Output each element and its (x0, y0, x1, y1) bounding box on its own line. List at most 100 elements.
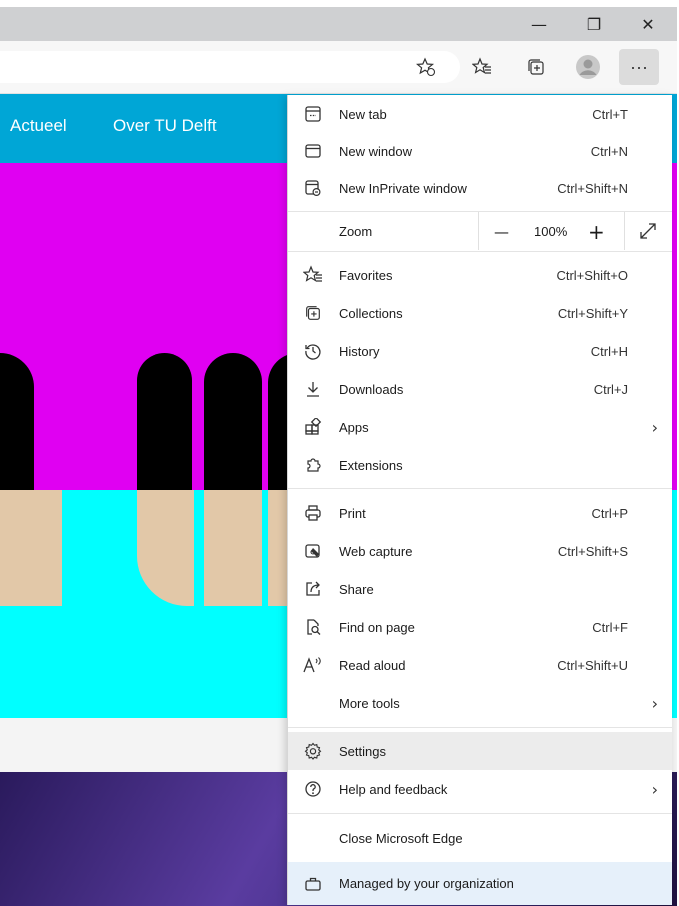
menu-item-more-tools[interactable]: More tools › (288, 684, 672, 722)
inprivate-icon (302, 177, 324, 199)
more-button[interactable]: ··· (619, 49, 659, 85)
menu-item-label: History (339, 343, 380, 359)
favorites-icon[interactable] (468, 53, 496, 81)
menu-item-extensions[interactable]: Extensions (288, 446, 672, 484)
zoom-divider (624, 212, 625, 250)
close-button[interactable]: ✕ (625, 7, 671, 41)
menu-item-label: Favorites (339, 267, 393, 283)
menu-item-label: Downloads (339, 381, 404, 397)
menu-item-shortcut: Ctrl+J (593, 381, 628, 397)
nav-link-actueel[interactable]: Actueel (10, 116, 67, 136)
menu-item-label: Managed by your organization (339, 876, 514, 891)
fullscreen-icon[interactable] (638, 221, 658, 241)
menu-item-shortcut: Ctrl+Shift+O (556, 267, 628, 283)
menu-item-shortcut: Ctrl+N (590, 143, 628, 159)
minimize-icon: — (531, 14, 547, 34)
menu-item-collections[interactable]: Collections Ctrl+Shift+Y (288, 294, 672, 332)
nav-link-over-tu-delft[interactable]: Over TU Delft (113, 116, 217, 136)
chevron-right-icon: › (651, 417, 658, 437)
apps-icon (302, 416, 324, 438)
favorites-icon (302, 264, 324, 286)
menu-item-label: Close Microsoft Edge (339, 830, 463, 846)
menu-item-web-capture[interactable]: Web capture Ctrl+Shift+S (288, 532, 672, 570)
menu-item-zoom: Zoom — 100% + (288, 212, 672, 251)
menu-separator (288, 727, 672, 728)
menu-separator (288, 251, 672, 252)
collections-icon[interactable] (522, 53, 550, 81)
hero-shape (204, 490, 262, 606)
title-bar: — ❐ ✕ (0, 7, 677, 41)
chevron-right-icon: › (651, 779, 658, 799)
profile-avatar[interactable] (574, 53, 602, 81)
hero-shape (137, 353, 192, 490)
minimize-button[interactable]: — (516, 7, 562, 41)
menu-item-new-tab[interactable]: New tab Ctrl+T (288, 95, 672, 133)
menu-item-find-on-page[interactable]: Find on page Ctrl+F (288, 608, 672, 646)
menu-item-shortcut: Ctrl+Shift+N (557, 180, 628, 196)
menu-item-shortcut: Ctrl+Shift+Y (557, 305, 628, 321)
settings-and-more-menu: New tab Ctrl+T New window Ctrl+N New InP… (287, 95, 672, 905)
menu-item-favorites[interactable]: Favorites Ctrl+Shift+O (288, 256, 672, 294)
menu-separator (288, 813, 672, 814)
hero-shape (204, 353, 262, 490)
new-tab-icon (302, 103, 324, 125)
web-capture-icon (302, 540, 324, 562)
menu-item-shortcut: Ctrl+H (590, 343, 628, 359)
read-aloud-icon (302, 654, 324, 676)
menu-item-read-aloud[interactable]: Read aloud Ctrl+Shift+U (288, 646, 672, 684)
download-icon (302, 378, 324, 400)
menu-item-new-window[interactable]: New window Ctrl+N (288, 132, 672, 170)
menu-item-label: More tools (339, 695, 400, 711)
restore-icon: ❐ (586, 14, 602, 34)
zoom-divider (478, 212, 479, 250)
zoom-in-button[interactable]: + (588, 220, 605, 244)
add-favorite-icon[interactable] (412, 53, 440, 81)
menu-item-settings[interactable]: Settings (288, 732, 672, 770)
print-icon (302, 502, 324, 524)
find-icon (302, 616, 324, 638)
zoom-out-button[interactable]: — (494, 223, 509, 241)
share-icon (302, 578, 324, 600)
menu-item-shortcut: Ctrl+Shift+S (557, 543, 628, 559)
menu-item-shortcut: Ctrl+F (592, 619, 628, 635)
menu-item-share[interactable]: Share (288, 570, 672, 608)
menu-item-history[interactable]: History Ctrl+H (288, 332, 672, 370)
more-icon: ··· (630, 56, 648, 77)
chevron-right-icon: › (651, 693, 658, 713)
menu-item-print[interactable]: Print Ctrl+P (288, 494, 672, 532)
zoom-level: 100% (534, 224, 568, 239)
address-bar[interactable] (0, 51, 460, 83)
menu-item-label: Help and feedback (339, 781, 448, 797)
help-icon (302, 778, 324, 800)
menu-item-downloads[interactable]: Downloads Ctrl+J (288, 370, 672, 408)
extensions-icon (302, 454, 324, 476)
menu-item-label: Apps (339, 419, 369, 435)
menu-item-label: Find on page (339, 619, 415, 635)
menu-item-shortcut: Ctrl+Shift+U (557, 657, 628, 673)
restore-button[interactable]: ❐ (571, 7, 617, 41)
hero-shape (0, 353, 34, 490)
menu-item-label: Share (339, 581, 374, 597)
menu-item-label: New tab (339, 106, 387, 122)
menu-item-label: Settings (339, 743, 386, 759)
collections-icon (302, 302, 324, 324)
history-icon (302, 340, 324, 362)
menu-item-managed-by-organization[interactable]: Managed by your organization (288, 862, 672, 905)
menu-item-label: Print (339, 505, 366, 521)
hero-shape (0, 490, 62, 606)
menu-item-help-and-feedback[interactable]: Help and feedback › (288, 770, 672, 808)
menu-item-label: Read aloud (339, 657, 406, 673)
menu-item-new-inprivate-window[interactable]: New InPrivate window Ctrl+Shift+N (288, 169, 672, 207)
menu-item-label: New InPrivate window (339, 180, 467, 196)
menu-item-shortcut: Ctrl+T (592, 106, 628, 122)
menu-separator (288, 488, 672, 489)
briefcase-icon (302, 873, 324, 895)
settings-icon (302, 740, 324, 762)
menu-item-apps[interactable]: Apps › (288, 408, 672, 446)
new-window-icon (302, 140, 324, 162)
menu-item-shortcut: Ctrl+P (591, 505, 628, 521)
menu-item-label: New window (339, 143, 412, 159)
menu-item-close-microsoft-edge[interactable]: Close Microsoft Edge (288, 819, 672, 857)
menu-item-label: Collections (339, 305, 403, 321)
browser-toolbar: ··· (0, 41, 677, 94)
